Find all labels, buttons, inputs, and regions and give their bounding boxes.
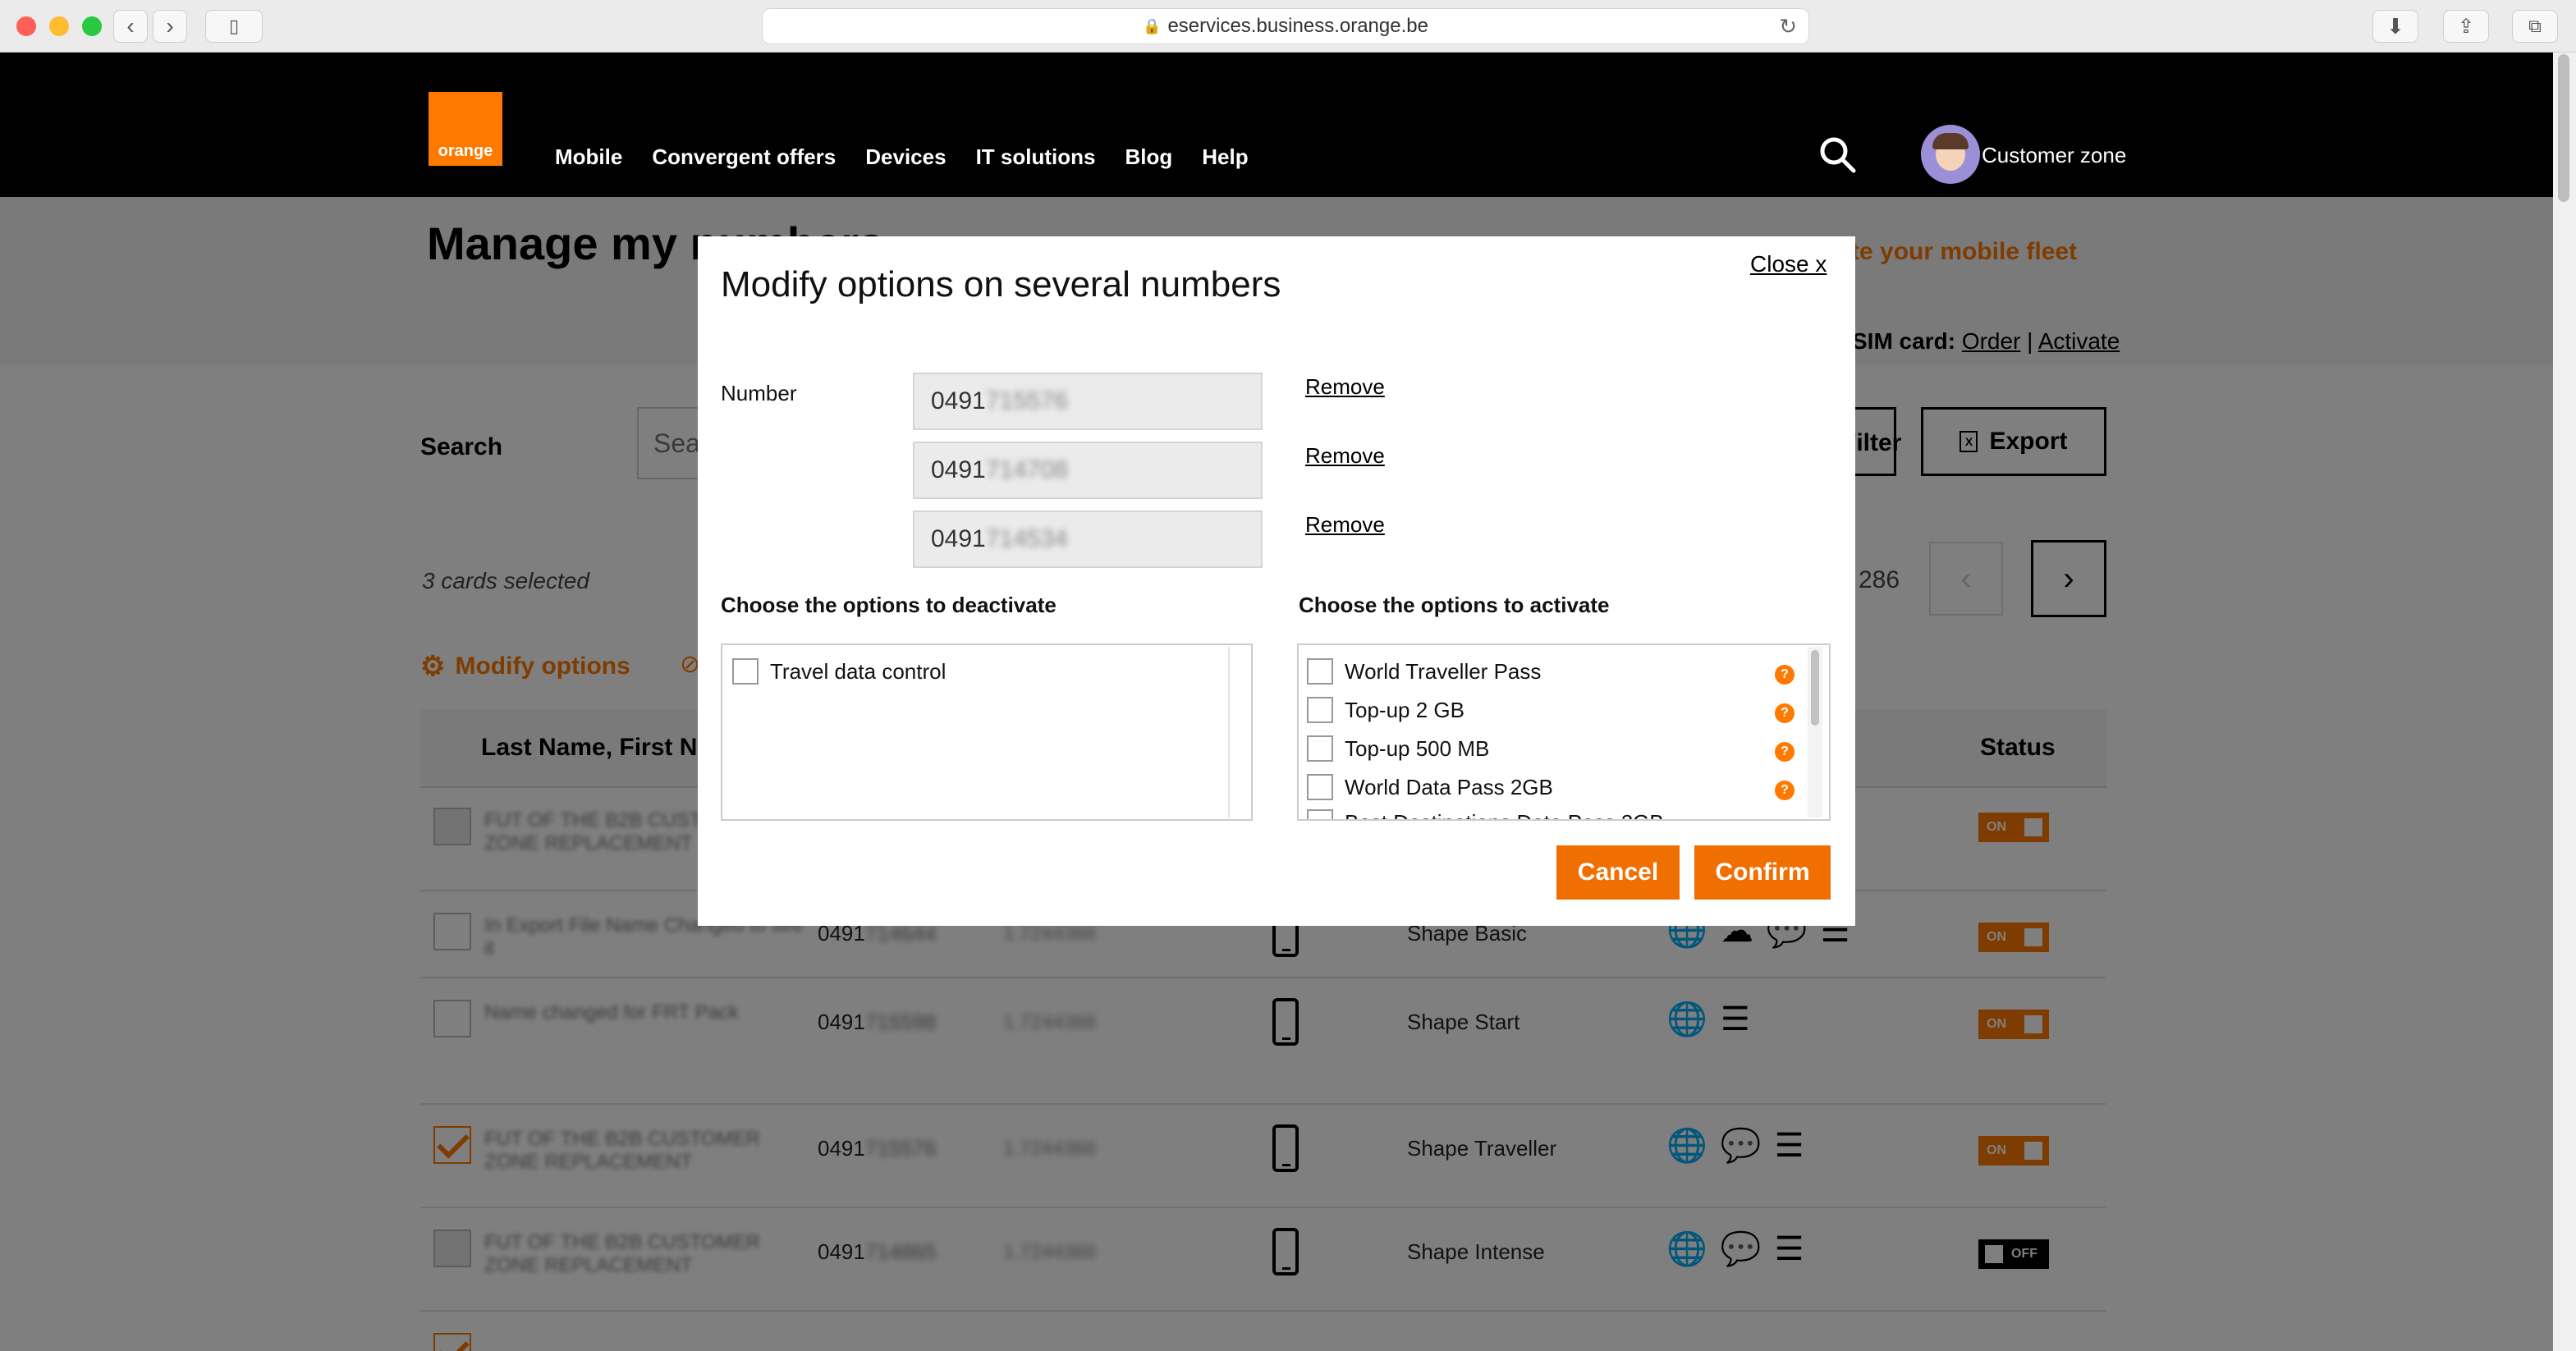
option-checkbox[interactable] (1307, 697, 1333, 723)
page-scrollbar[interactable] (2553, 53, 2576, 1351)
activate-option[interactable]: World Traveller Pass (1307, 658, 1541, 685)
sidebar-icon: ▯ (228, 16, 240, 36)
activate-heading: Choose the options to activate (1299, 593, 1610, 617)
help-icon[interactable]: ? (1775, 742, 1794, 762)
orange-logo[interactable]: orange (429, 92, 502, 166)
number-field: 0491714708 (913, 442, 1263, 499)
activate-option[interactable]: Top-up 500 MB (1307, 735, 1489, 762)
browser-toolbar: ‹ › ▯ 🔒 eservices.business.orange.be ↻ ⬇… (0, 0, 2576, 53)
nav-blog[interactable]: Blog (1125, 144, 1172, 170)
site-header: orange Mobile Convergent offers Devices … (0, 53, 2553, 197)
help-icon[interactable]: ? (1775, 703, 1794, 723)
confirm-button[interactable]: Confirm (1694, 845, 1831, 900)
activate-option-clipped[interactable]: Best Destinations Data Pass 2GB (1307, 809, 1799, 819)
number-field: 0491715576 (913, 373, 1263, 430)
share-button[interactable]: ⇪ (2443, 10, 2489, 43)
cancel-button[interactable]: Cancel (1556, 845, 1680, 900)
search-icon[interactable] (1817, 135, 1857, 174)
main-nav: Mobile Convergent offers Devices IT solu… (555, 144, 1249, 170)
tabs-overview-button[interactable]: ⧉ (2512, 10, 2558, 43)
activate-option[interactable]: World Data Pass 2GB (1307, 774, 1553, 800)
tabs-icon: ⧉ (2528, 16, 2542, 36)
page-scrollbar-thumb[interactable] (2558, 54, 2569, 202)
option-checkbox[interactable] (1307, 774, 1333, 800)
help-icon[interactable]: ? (1775, 665, 1794, 685)
url-text: eservices.business.orange.be (1167, 15, 1428, 37)
remove-number-link[interactable]: Remove (1305, 512, 1385, 538)
modify-options-dialog: Modify options on several numbers Close … (698, 236, 1855, 926)
remove-number-link[interactable]: Remove (1305, 374, 1385, 400)
lock-icon: 🔒 (1143, 17, 1162, 34)
nav-devices[interactable]: Devices (865, 144, 946, 170)
customer-zone-link[interactable]: Customer zone (1982, 143, 2126, 168)
activate-list-scrollbar-thumb[interactable] (1811, 650, 1819, 726)
dialog-title: Modify options on several numbers (721, 264, 1281, 305)
forward-button[interactable]: › (153, 10, 187, 43)
downloads-button[interactable]: ⬇ (2372, 10, 2418, 43)
nav-mobile[interactable]: Mobile (555, 144, 622, 170)
share-icon: ⇪ (2457, 15, 2475, 38)
option-checkbox[interactable] (1307, 735, 1333, 762)
avatar[interactable] (1921, 125, 1980, 184)
download-icon: ⬇ (2386, 13, 2404, 39)
chevron-right-icon: › (166, 13, 174, 39)
deactivate-list-scrollbar[interactable] (1228, 647, 1251, 817)
back-button[interactable]: ‹ (113, 10, 148, 43)
activate-option[interactable]: Top-up 2 GB (1307, 697, 1464, 723)
close-window-button[interactable] (16, 16, 36, 36)
option-checkbox[interactable] (1307, 809, 1333, 819)
option-checkbox[interactable] (1307, 658, 1333, 685)
address-bar[interactable]: 🔒 eservices.business.orange.be ↻ (762, 8, 1809, 44)
help-icon[interactable]: ? (1775, 781, 1794, 800)
option-checkbox[interactable] (732, 658, 759, 685)
deactivate-heading: Choose the options to deactivate (721, 593, 1057, 617)
deactivate-option[interactable]: Travel data control (732, 658, 946, 685)
number-field: 0491714534 (913, 511, 1263, 568)
chevron-left-icon: ‹ (126, 13, 135, 39)
remove-number-link[interactable]: Remove (1305, 443, 1385, 469)
number-label: Number (721, 381, 797, 405)
close-dialog-link[interactable]: Close x (1750, 251, 1827, 277)
zoom-window-button[interactable] (82, 16, 102, 36)
sidebar-toggle-button[interactable]: ▯ (205, 10, 263, 43)
nav-convergent-offers[interactable]: Convergent offers (652, 144, 836, 170)
nav-help[interactable]: Help (1202, 144, 1248, 170)
nav-it-solutions[interactable]: IT solutions (976, 144, 1096, 170)
minimize-window-button[interactable] (49, 16, 69, 36)
reload-icon[interactable]: ↻ (1779, 14, 1797, 39)
